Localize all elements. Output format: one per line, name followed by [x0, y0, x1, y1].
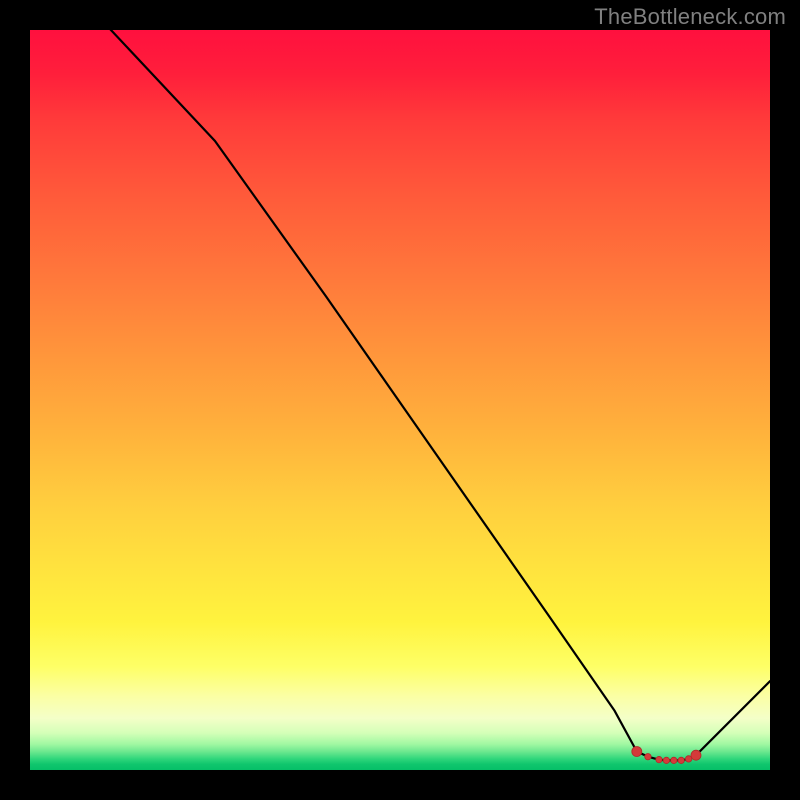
marker-point: [645, 753, 651, 759]
bottleneck-curve: [30, 30, 770, 760]
marker-point: [656, 756, 662, 762]
watermark-text: TheBottleneck.com: [594, 4, 786, 30]
marker-point: [691, 750, 701, 760]
marker-point: [678, 757, 684, 763]
chart-container: TheBottleneck.com: [0, 0, 800, 800]
marker-point: [663, 757, 669, 763]
plot-area: [30, 30, 770, 770]
marker-point: [632, 747, 642, 757]
marker-point: [671, 757, 677, 763]
chart-svg: [30, 30, 770, 770]
